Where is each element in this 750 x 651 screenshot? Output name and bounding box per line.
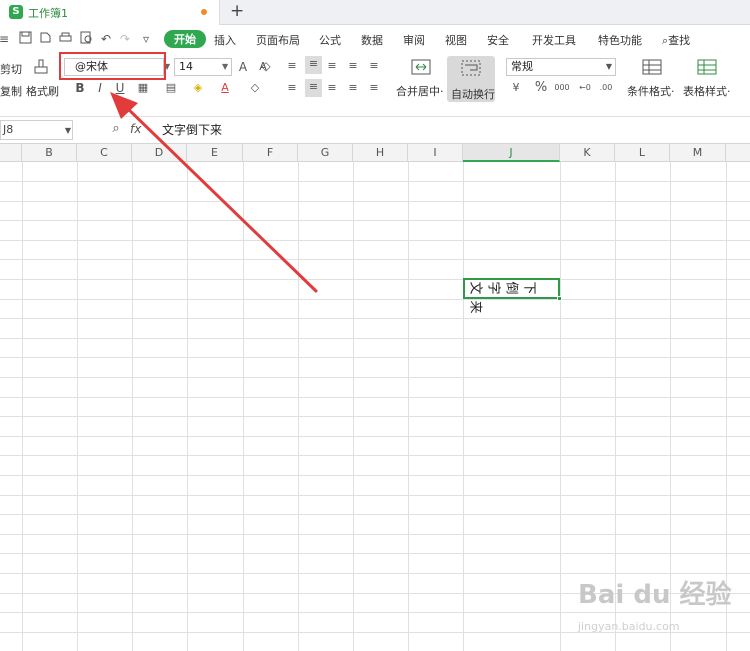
baidu-watermark-url: jingyan.baidu.com: [578, 620, 680, 633]
baidu-watermark: Bai du 经验: [578, 580, 732, 610]
annotation-arrow: [110, 92, 318, 293]
